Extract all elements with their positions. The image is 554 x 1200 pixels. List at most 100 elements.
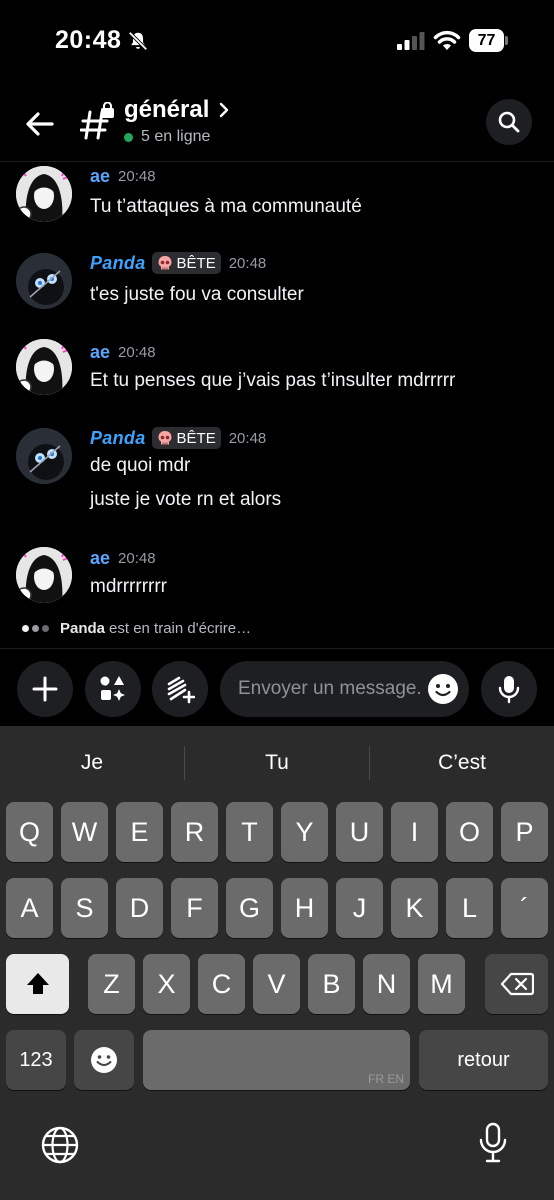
numbers-key[interactable]: 123 [6,1030,66,1090]
online-status-dot [124,132,133,142]
key[interactable]: X [143,954,190,1014]
space-key[interactable]: FR EN [143,1030,410,1090]
message-time: 20:48 [228,429,267,447]
message-text: mdrrrrrrrr [90,576,168,597]
message-author[interactable]: Panda [90,253,146,274]
key[interactable]: K [391,878,438,938]
key[interactable]: F [171,878,218,938]
globe-icon[interactable] [40,1125,80,1165]
backspace-icon [500,972,534,996]
key[interactable]: H [281,878,328,938]
avatar-panda-image [16,428,72,484]
key[interactable]: V [253,954,300,1014]
channel-title-button[interactable]: général [124,96,231,124]
message-author[interactable]: Panda [90,428,146,449]
message-input[interactable]: Envoyer un message... [220,661,469,717]
shift-key[interactable] [6,954,69,1014]
apps-button[interactable] [85,661,141,717]
skull-icon [158,256,172,270]
online-count: 5 en ligne [124,128,210,146]
key[interactable]: J [336,878,383,938]
channel-header: général 5 en ligne [0,86,554,162]
key[interactable]: B [308,954,355,1014]
key[interactable]: Z [88,954,135,1014]
message-author[interactable]: ae [90,166,110,187]
role-tag[interactable]: BÊTE [151,427,221,449]
key[interactable]: D [116,878,163,938]
message-text: Et tu penses que j’vais pas t’insulter m… [90,370,456,391]
typing-dots-icon [22,625,52,632]
locked-channel-hash-icon [80,102,114,140]
avatar-ae[interactable] [16,166,72,222]
key[interactable]: C [198,954,245,1014]
key[interactable]: R [171,802,218,862]
key[interactable]: I [391,802,438,862]
key[interactable]: U [336,802,383,862]
search-icon [498,111,520,133]
message-author[interactable]: ae [90,342,110,363]
key[interactable]: P [501,802,548,862]
role-tag[interactable]: BÊTE [151,252,221,274]
message-text: t'es juste fou va consulter [90,284,304,305]
wifi-icon [433,30,461,50]
search-button[interactable] [486,99,532,145]
message-composer: Envoyer un message... [0,648,554,726]
message-time: 20:48 [228,254,267,272]
message-time: 20:48 [118,344,156,361]
status-time: 20:48 [55,26,122,54]
emoji-icon[interactable] [427,673,459,705]
avatar-ae-image [16,166,72,222]
status-bar: 20:48 77 [0,0,554,86]
avatar-ae[interactable] [16,339,72,395]
back-arrow-icon[interactable] [22,106,58,142]
key[interactable]: N [363,954,410,1014]
message-text: Tu t’attaques à ma communauté [90,196,362,217]
key[interactable]: Y [281,802,328,862]
key[interactable]: Q [6,802,53,862]
key[interactable]: M [418,954,465,1014]
return-key[interactable]: retour [419,1030,548,1090]
role-label: BÊTE [176,254,216,272]
avatar-ae-image [16,339,72,395]
avatar-panda-image [16,253,72,309]
key[interactable]: S [61,878,108,938]
key[interactable]: W [61,802,108,862]
key[interactable]: A [6,878,53,938]
message-author[interactable]: ae [90,548,110,569]
suggestion-bar: Je Tu C’est [0,744,554,782]
apps-shapes-icon [100,676,125,701]
message-text: juste je vote rn et alors [90,489,282,510]
keyboard: Je Tu C’est Q W E R T Y U I O P A S D F … [0,726,554,1200]
key[interactable]: E [116,802,163,862]
battery-icon: 77 [469,29,509,52]
emoji-key[interactable] [74,1030,134,1090]
typing-indicator: Panda est en train d'écrire… [22,620,251,637]
key[interactable]: ´ [501,878,548,938]
space-language-hint: FR EN [368,1072,404,1086]
key[interactable]: T [226,802,273,862]
voice-message-button[interactable] [481,661,537,717]
typing-user: Panda [60,620,106,637]
typing-text: est en train d'écrire… [109,620,252,637]
chevron-right-icon [220,102,229,118]
shift-arrow-icon [26,973,49,994]
message-time: 20:48 [118,550,156,567]
add-attachment-button[interactable] [17,661,73,717]
avatar-ae-image [16,547,72,603]
microphone-icon [498,676,520,704]
dictation-microphone-icon[interactable] [478,1122,508,1164]
sparkle-stack-icon [167,676,195,704]
suggestion[interactable]: C’est [370,744,554,782]
avatar-panda[interactable] [16,428,72,484]
activities-button[interactable] [152,661,208,717]
delete-key[interactable] [485,954,548,1014]
suggestion[interactable]: Je [0,744,184,782]
message-list[interactable]: ae 20:48 Tu t’attaques à ma communauté P… [0,162,554,647]
avatar-ae[interactable] [16,547,72,603]
key[interactable]: O [446,802,493,862]
suggestion[interactable]: Tu [185,744,369,782]
key[interactable]: L [446,878,493,938]
avatar-panda[interactable] [16,253,72,309]
key[interactable]: G [226,878,273,938]
message-input-placeholder: Envoyer un message... [238,678,420,699]
